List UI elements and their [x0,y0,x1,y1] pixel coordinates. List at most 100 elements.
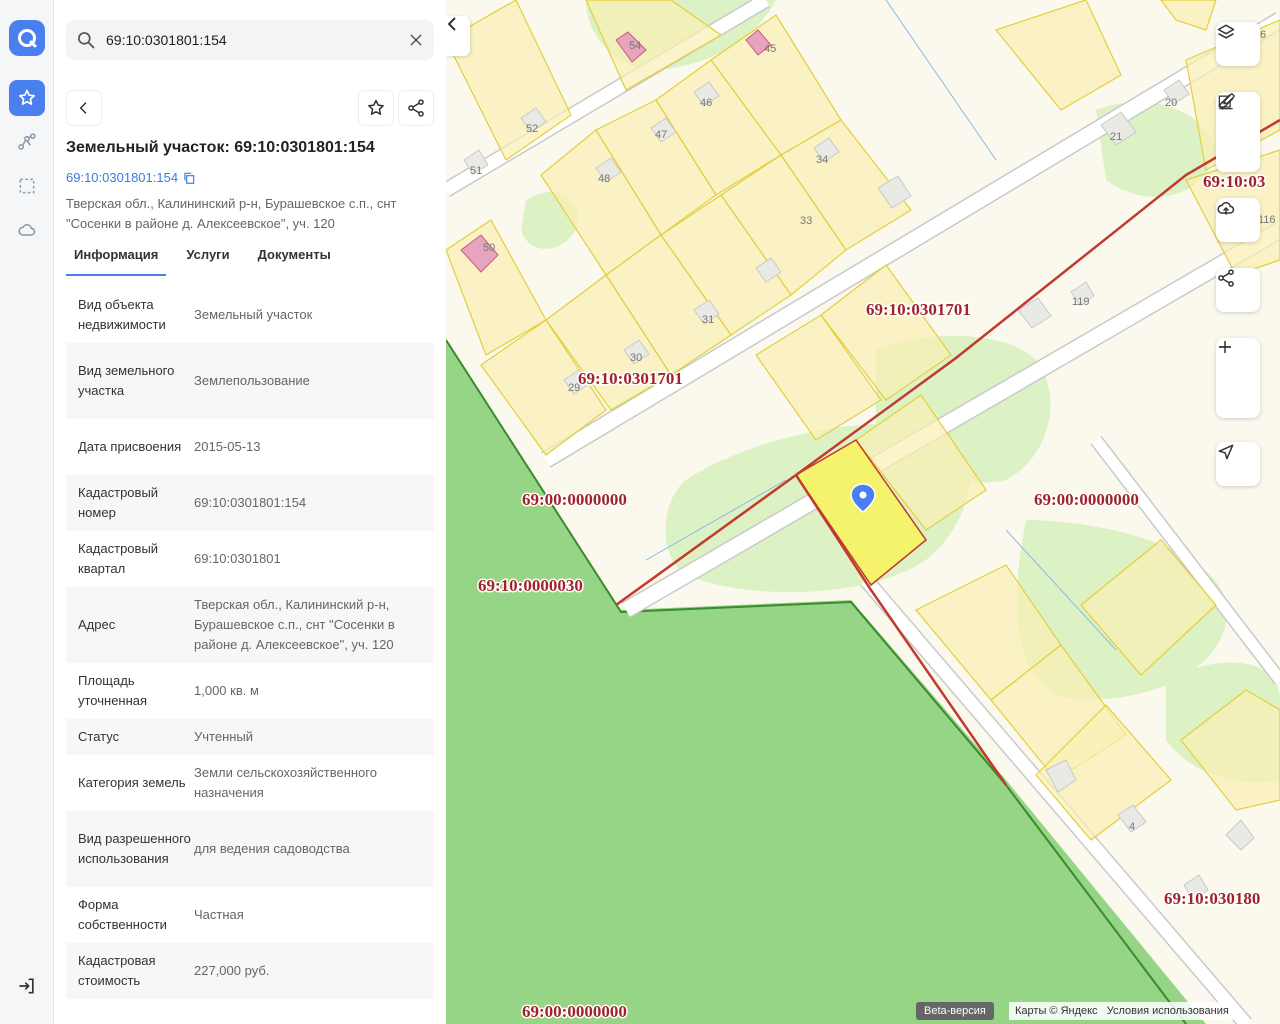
lot-number: 45 [764,43,776,55]
table-row: Статус Учтенный [66,719,434,755]
map-canvas[interactable]: 54 45 52 46 47 51 48 34 33 50 31 30 29 2… [446,0,1280,1024]
table-row: Вид земельного участка Землепользование [66,343,434,419]
lot-number: 116 [1258,214,1276,226]
lot-number: 54 [629,40,641,52]
row-value: Тверская обл., Калининский р-н, Бурашевс… [194,597,395,652]
row-value: Землепользование [194,373,310,388]
locate-me-button[interactable] [1216,442,1260,486]
lot-number: 47 [655,129,667,141]
dashed-square-icon [19,178,35,194]
row-key: Вид разрешенного использования [78,831,191,866]
logout-icon [19,978,34,994]
row-value: 227,000 руб. [194,963,270,978]
app-logo-icon[interactable] [9,20,45,56]
row-key: Кадастровая стоимость [78,953,156,988]
cadastral-quarter-label: 69:00:0000000 [522,1002,627,1021]
page-title: Земельный участок: 69:10:0301801:154 [66,139,375,156]
search-input[interactable] [106,20,396,60]
layers-button[interactable] [1216,22,1260,66]
map-attribution: Карты © Яндекс Условия использования [1009,1002,1235,1020]
map-copyright: Карты © Яндекс [1015,1005,1098,1017]
cadastral-quarter-label: 69:00:0000000 [522,490,627,509]
parcel [994,0,1122,111]
cadastral-quarter-label: 69:10:0301701 [866,300,971,319]
star-icon [19,89,36,105]
zoom-out-icon[interactable] [1216,338,1234,356]
upload-button[interactable] [1216,198,1260,242]
row-value: 2015-05-13 [194,439,261,454]
row-key: Кадастровый номер [78,485,159,520]
row-value: 1,000 кв. м [194,683,259,698]
star-outline-icon [368,99,384,115]
parcel [1160,0,1217,31]
lot-number: 4 [1129,821,1135,833]
row-key: Вид объекта недвижимости [78,297,166,332]
table-row: Кадастровый номер 69:10:0301801:154 [66,475,434,531]
table-row: Адрес Тверская обл., Калининский р-н, Бур… [66,587,434,663]
cadastral-quarter-label: 69:10:030180 [1164,889,1260,908]
map-view[interactable]: 54 45 52 46 47 51 48 34 33 50 31 30 29 2… [446,0,1280,1024]
info-table: Вид объекта недвижимости Земельный участо… [66,287,434,999]
table-row: Категория земель Земли сельскохозяйственн… [66,755,434,811]
share-button[interactable] [398,90,434,126]
tab-information[interactable]: Информация [66,244,167,276]
row-key: Вид земельного участка [78,363,175,398]
row-value: Частная [194,907,244,922]
logout-button[interactable] [17,976,37,1001]
table-row: Кадастровый квартал 69:10:0301801 [66,531,434,587]
table-row: Площадь уточненная 1,000 кв. м [66,663,434,719]
cadastral-quarter-label: 69:10:03 [1203,172,1265,191]
copy-icon[interactable] [182,171,196,185]
zoom-controls [1216,338,1260,418]
table-row: Дата присвоения 2015-05-13 [66,419,434,475]
favorite-button[interactable] [358,90,394,126]
clear-search-icon[interactable] [408,32,424,48]
row-key: Категория земель [78,775,186,790]
cadastral-quarter-label: 69:10:0301701 [578,369,683,388]
lot-number: 21 [1110,131,1122,143]
search-bar [66,20,434,60]
lot-number: 46 [700,97,712,109]
row-key: Статус [78,729,120,744]
lot-number: 48 [598,173,610,185]
table-row: Форма собственности Частная [66,887,434,943]
lot-number: 31 [702,314,714,326]
row-value: 69:10:0301801 [194,551,281,566]
row-value: Земельный участок [194,307,313,322]
cadastral-quarter-label: 69:10:0000030 [478,576,583,595]
water-line [885,0,997,161]
cadastral-number-link[interactable]: 69:10:0301801:154 [66,170,196,185]
cloud-button[interactable] [9,212,45,248]
area-select-button[interactable] [9,168,45,204]
search-icon [78,32,95,49]
tools-group [1216,92,1260,172]
favorites-button[interactable] [9,80,45,116]
lot-number: 119 [1072,296,1090,308]
row-value: для ведения садоводства [194,841,350,856]
terms-link[interactable]: Условия использования [1107,1005,1229,1017]
lot-number: 20 [1165,97,1177,109]
cadastral-number-text[interactable]: 69:10:0301801:154 [66,170,178,185]
row-key: Площадь уточненная [78,673,148,708]
edit-icon[interactable] [1216,92,1236,112]
lot-number: 50 [483,242,495,254]
route-icon [18,133,36,150]
object-address: Тверская обл., Калининский р-н, Бурашевс… [66,196,397,231]
left-rail [0,0,54,1024]
back-button[interactable] [66,90,102,126]
lot-number: 30 [630,352,642,364]
map-share-button[interactable] [1216,268,1260,312]
navigation-arrow-icon [1218,444,1234,460]
row-key: Адрес [78,617,116,632]
route-button[interactable] [9,124,45,160]
tab-documents[interactable]: Документы [250,244,339,276]
chevron-left-icon [447,17,456,31]
lot-number: 51 [470,165,482,177]
cloud-icon [18,223,36,236]
tab-services[interactable]: Услуги [178,244,237,276]
row-key: Дата присвоения [78,439,182,454]
lot-number: 34 [816,154,828,166]
collapse-panel-button[interactable] [446,16,470,56]
cloud-upload-icon [1217,201,1235,215]
table-row: Вид объекта недвижимости Земельный участо… [66,287,434,343]
